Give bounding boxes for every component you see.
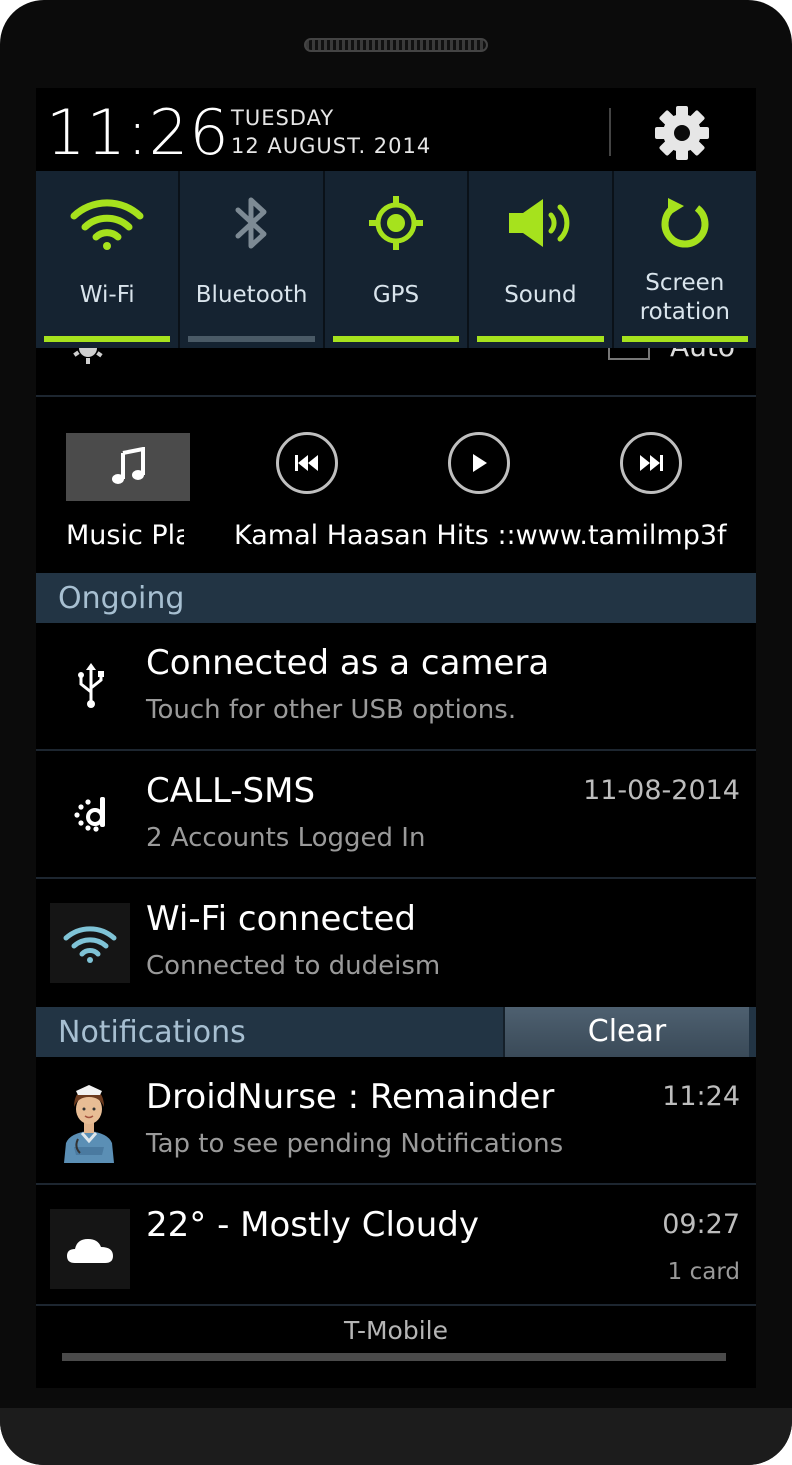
toggle-wifi-indicator (44, 336, 171, 342)
notification-subtitle: Tap to see pending Notifications (146, 1129, 564, 1159)
brightness-auto[interactable]: Auto (608, 348, 740, 364)
call-sms-logo-icon (66, 790, 116, 840)
divider (36, 749, 756, 751)
clock-time: 11:26 (46, 96, 230, 169)
play-button[interactable] (448, 432, 510, 494)
toggle-wifi[interactable]: Wi-Fi (36, 171, 178, 348)
notification-card-count: 1 card (667, 1259, 740, 1285)
shade-drag-handle[interactable] (62, 1353, 726, 1361)
clock-date: 12 AUGUST. 2014 (231, 134, 432, 158)
music-app-icon[interactable] (66, 433, 190, 501)
phone-bottom-bezel (0, 1408, 792, 1465)
notification-title[interactable]: CALL-SMS (146, 771, 315, 811)
notification-subtitle: Connected to dudeism (146, 951, 441, 981)
clear-notifications-button[interactable]: Clear (503, 1007, 749, 1057)
music-app-name: Music Player (66, 520, 184, 551)
notification-time: 11:24 (662, 1081, 740, 1112)
nurse-avatar-icon (56, 1081, 122, 1163)
toggle-gps[interactable]: GPS (322, 171, 467, 348)
toggle-sound-indicator (477, 336, 604, 342)
notification-time: 09:27 (662, 1209, 740, 1240)
ongoing-title: Ongoing (58, 581, 185, 616)
notification-time: 11-08-2014 (583, 775, 740, 806)
clock-day: TUESDAY (231, 106, 335, 130)
music-info[interactable]: Music Player Kamal Haasan Hits ::www.tam… (66, 520, 728, 560)
toggle-rotation-label-line2: rotation (639, 299, 730, 325)
toggle-screen-rotation[interactable]: Screen rotation (611, 171, 756, 348)
toggle-gps-indicator (332, 336, 460, 342)
cloud-icon (50, 1209, 130, 1289)
toggle-bluetooth[interactable]: Bluetooth (178, 171, 322, 348)
header-divider (609, 108, 611, 156)
toggle-gps-label: GPS (372, 282, 420, 308)
phone-frame: 11:26 TUESDAY 12 AUGUST. 2014 Wi-Fi Blue… (0, 0, 792, 1465)
wifi-icon (36, 191, 178, 255)
brightness-sun-icon[interactable] (66, 348, 106, 366)
notification-title[interactable]: 22° - Mostly Cloudy (146, 1205, 479, 1245)
next-track-button[interactable] (620, 432, 682, 494)
divider (36, 1304, 756, 1306)
notification-title[interactable]: Wi-Fi connected (146, 899, 416, 939)
previous-track-button[interactable] (276, 432, 338, 494)
toggle-rotation-indicator (621, 336, 749, 342)
notification-subtitle: Touch for other USB options. (146, 695, 517, 725)
toggle-rotation-label: Screen rotation (614, 269, 756, 327)
notifications-title: Notifications (58, 1015, 246, 1050)
previous-icon (295, 455, 318, 471)
notification-title[interactable]: DroidNurse : Remainder (146, 1077, 554, 1117)
carrier-label: T-Mobile (343, 1316, 448, 1345)
next-icon (640, 455, 663, 471)
toggle-bluetooth-label: Bluetooth (195, 282, 308, 308)
auto-brightness-checkbox[interactable] (608, 348, 650, 360)
settings-gear-icon[interactable] (652, 103, 712, 163)
volume-icon (469, 191, 611, 255)
toggle-wifi-label: Wi-Fi (79, 282, 135, 308)
toggle-sound[interactable]: Sound (467, 171, 611, 348)
gps-icon (325, 191, 467, 255)
rotation-icon (614, 191, 756, 255)
toggle-bluetooth-indicator (188, 336, 315, 342)
bluetooth-icon (180, 191, 322, 255)
divider (36, 395, 756, 397)
usb-icon (66, 660, 116, 710)
toggle-rotation-label-line1: Screen (645, 270, 725, 296)
quick-settings-toggles: Wi-Fi Bluetooth GPS Sound Screen rotatio… (36, 171, 756, 348)
phone-speaker (304, 38, 488, 52)
music-track-title: Kamal Haasan Hits ::www.tamilmp3free (234, 520, 728, 551)
ongoing-header: Ongoing (36, 573, 756, 623)
divider (36, 1183, 756, 1185)
divider (36, 877, 756, 879)
toggle-sound-label: Sound (504, 282, 577, 308)
wifi-icon (50, 903, 130, 983)
notification-subtitle: 2 Accounts Logged In (146, 823, 426, 853)
play-icon (473, 454, 487, 472)
auto-brightness-label: Auto (670, 348, 735, 363)
notification-title[interactable]: Connected as a camera (146, 643, 549, 683)
